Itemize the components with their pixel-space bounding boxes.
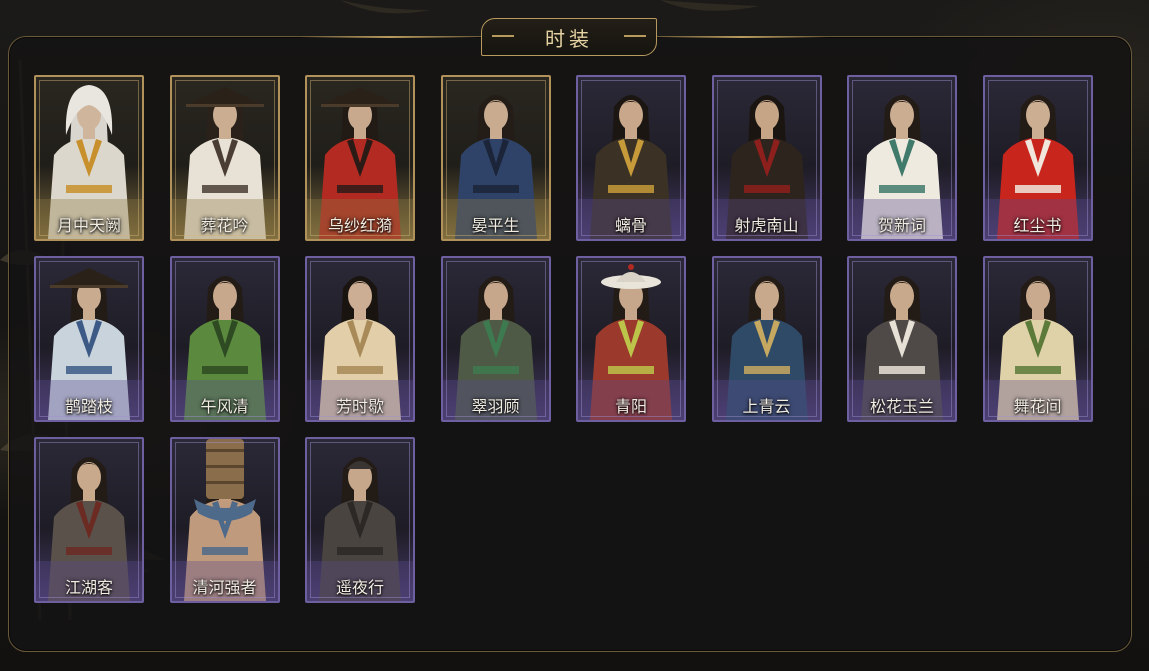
outfit-name: 江湖客: [64, 578, 113, 597]
outfit-card[interactable]: 松花玉兰: [847, 256, 957, 422]
outfit-name: 午风清: [200, 397, 249, 416]
outfit-name: 遥夜行: [335, 578, 384, 597]
outfit-card[interactable]: 芳时歇: [305, 256, 415, 422]
title-rule-left: [300, 36, 481, 38]
outfit-card[interactable]: 射虎南山: [711, 75, 822, 241]
outfit-card[interactable]: 月中天阙: [34, 75, 144, 241]
outfit-card[interactable]: 午风清: [169, 256, 280, 422]
outfit-name: 螭骨: [614, 216, 647, 235]
outfit-card[interactable]: 红尘书: [982, 75, 1093, 241]
title-ornament-right: [624, 35, 646, 37]
outfit-card[interactable]: 上青云: [711, 256, 822, 422]
outfit-card[interactable]: 晏平生: [440, 75, 551, 241]
outfit-name: 葬花吟: [200, 216, 249, 235]
outfit-card[interactable]: 贺新词: [847, 75, 957, 241]
outfit-card[interactable]: 螭骨: [576, 75, 686, 241]
page-title: 时装: [545, 26, 593, 51]
outfit-name: 上青云: [742, 397, 791, 416]
outfit-card[interactable]: 遥夜行: [305, 437, 415, 603]
outfit-name: 芳时歇: [335, 397, 384, 416]
outfit-card[interactable]: 翠羽顾: [440, 256, 551, 422]
outfit-card[interactable]: 清河强者: [169, 437, 280, 603]
outfit-name: 乌纱红漪: [327, 216, 392, 235]
outfit-name: 贺新词: [877, 216, 926, 235]
outfit-card[interactable]: 葬花吟: [169, 75, 280, 241]
outfit-card[interactable]: 江湖客: [34, 437, 144, 603]
title-ornament-left: [492, 35, 514, 37]
outfit-name: 晏平生: [471, 216, 520, 235]
outfit-name: 红尘书: [1013, 216, 1062, 235]
outfit-name: 射虎南山: [734, 216, 799, 235]
title-rule-right: [657, 36, 827, 38]
outfit-card[interactable]: 乌纱红漪: [305, 75, 415, 241]
outfit-name: 松花玉兰: [869, 397, 934, 416]
title-tab: 时装: [481, 18, 657, 56]
outfit-card[interactable]: 舞花间: [982, 256, 1093, 422]
outfit-name: 青阳: [614, 397, 647, 416]
outfit-name: 舞花间: [1013, 397, 1062, 416]
outfit-grid: 月中天阙 葬花吟 乌纱红漪 晏平生 螭骨 射虎南山 贺新词 红尘书鹊踏枝 午风清 芳时歇 翠羽顾 青阳…: [34, 75, 1093, 603]
outfit-name: 鹊踏枝: [64, 397, 113, 416]
outfit-name: 清河强者: [192, 578, 257, 597]
outfit-name: 月中天阙: [56, 216, 121, 235]
outfit-card[interactable]: 鹊踏枝: [34, 256, 144, 422]
outfit-name: 翠羽顾: [471, 397, 520, 416]
outfit-card[interactable]: 青阳: [576, 256, 686, 422]
